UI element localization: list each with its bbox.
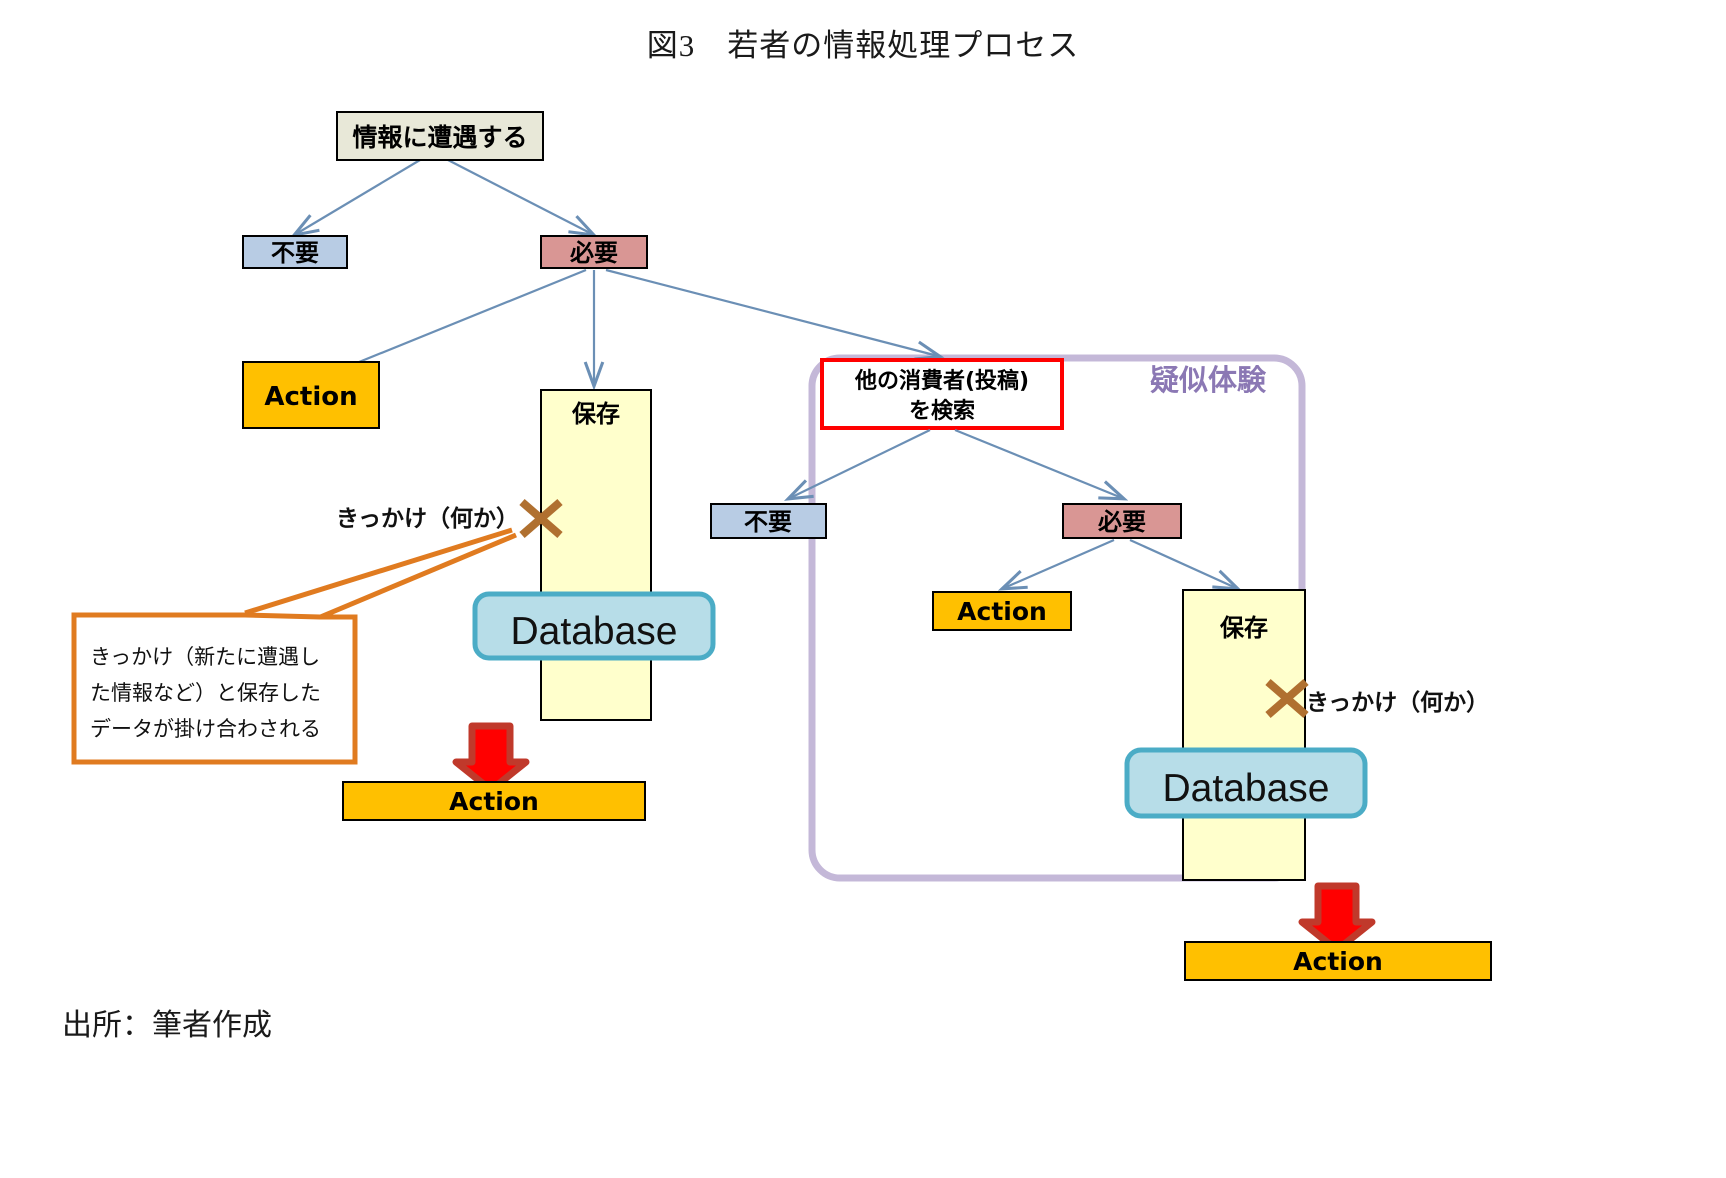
node-left-store xyxy=(540,389,652,721)
arrow-encounter-to-unnecessary xyxy=(296,159,421,234)
node-right-database-label: Database xyxy=(1163,767,1330,810)
node-left-action-bottom-label: Action xyxy=(449,787,539,816)
pseudo-experience-label: 疑似体験 xyxy=(1150,363,1267,397)
arrow-encounter-to-necessary xyxy=(447,159,592,234)
node-right-necessary-label: 必要 xyxy=(1098,508,1146,536)
node-search-others-line2: を検索 xyxy=(909,399,975,424)
callout-line-3: データが掛け合わされる xyxy=(90,717,321,741)
arrow-search-to-necessary xyxy=(954,428,1122,498)
node-right-store-label: 保存 xyxy=(1219,614,1268,642)
red-arrow-left xyxy=(452,722,530,794)
trigger-label-right: きっかけ（何か） xyxy=(1306,689,1489,716)
node-left-store-label: 保存 xyxy=(571,400,620,428)
node-left-action-top-label: Action xyxy=(264,382,357,412)
node-encounter-label: 情報に遭遇する xyxy=(352,123,527,152)
node-right-unnecessary-label: 不要 xyxy=(744,508,792,536)
node-left-database-label: Database xyxy=(511,610,678,653)
source-note: 出所：筆者作成 xyxy=(62,1009,272,1042)
arrow-right-necessary-to-action xyxy=(1004,538,1115,588)
node-search-others-line1: 他の消費者(投稿) xyxy=(854,368,1029,394)
callout-line-1: きっかけ（新たに遭遇し xyxy=(90,645,320,669)
node-left-necessary-label: 必要 xyxy=(570,239,618,267)
trigger-label-left: きっかけ（何か） xyxy=(336,505,519,532)
node-right-action-top-label: Action xyxy=(957,597,1047,626)
arrow-necessary-to-search xyxy=(605,268,938,356)
callout-line-2: た情報など）と保存した xyxy=(90,681,321,705)
node-right-action-bottom-label: Action xyxy=(1293,947,1383,976)
arrow-right-necessary-to-store xyxy=(1129,538,1236,588)
figure-canvas: 図3 若者の情報処理プロセス 疑似体験 情報に遭遇する 不要 必要 Action xyxy=(0,0,1726,1178)
node-left-unnecessary-label: 不要 xyxy=(271,239,319,267)
red-arrow-right xyxy=(1298,882,1376,954)
